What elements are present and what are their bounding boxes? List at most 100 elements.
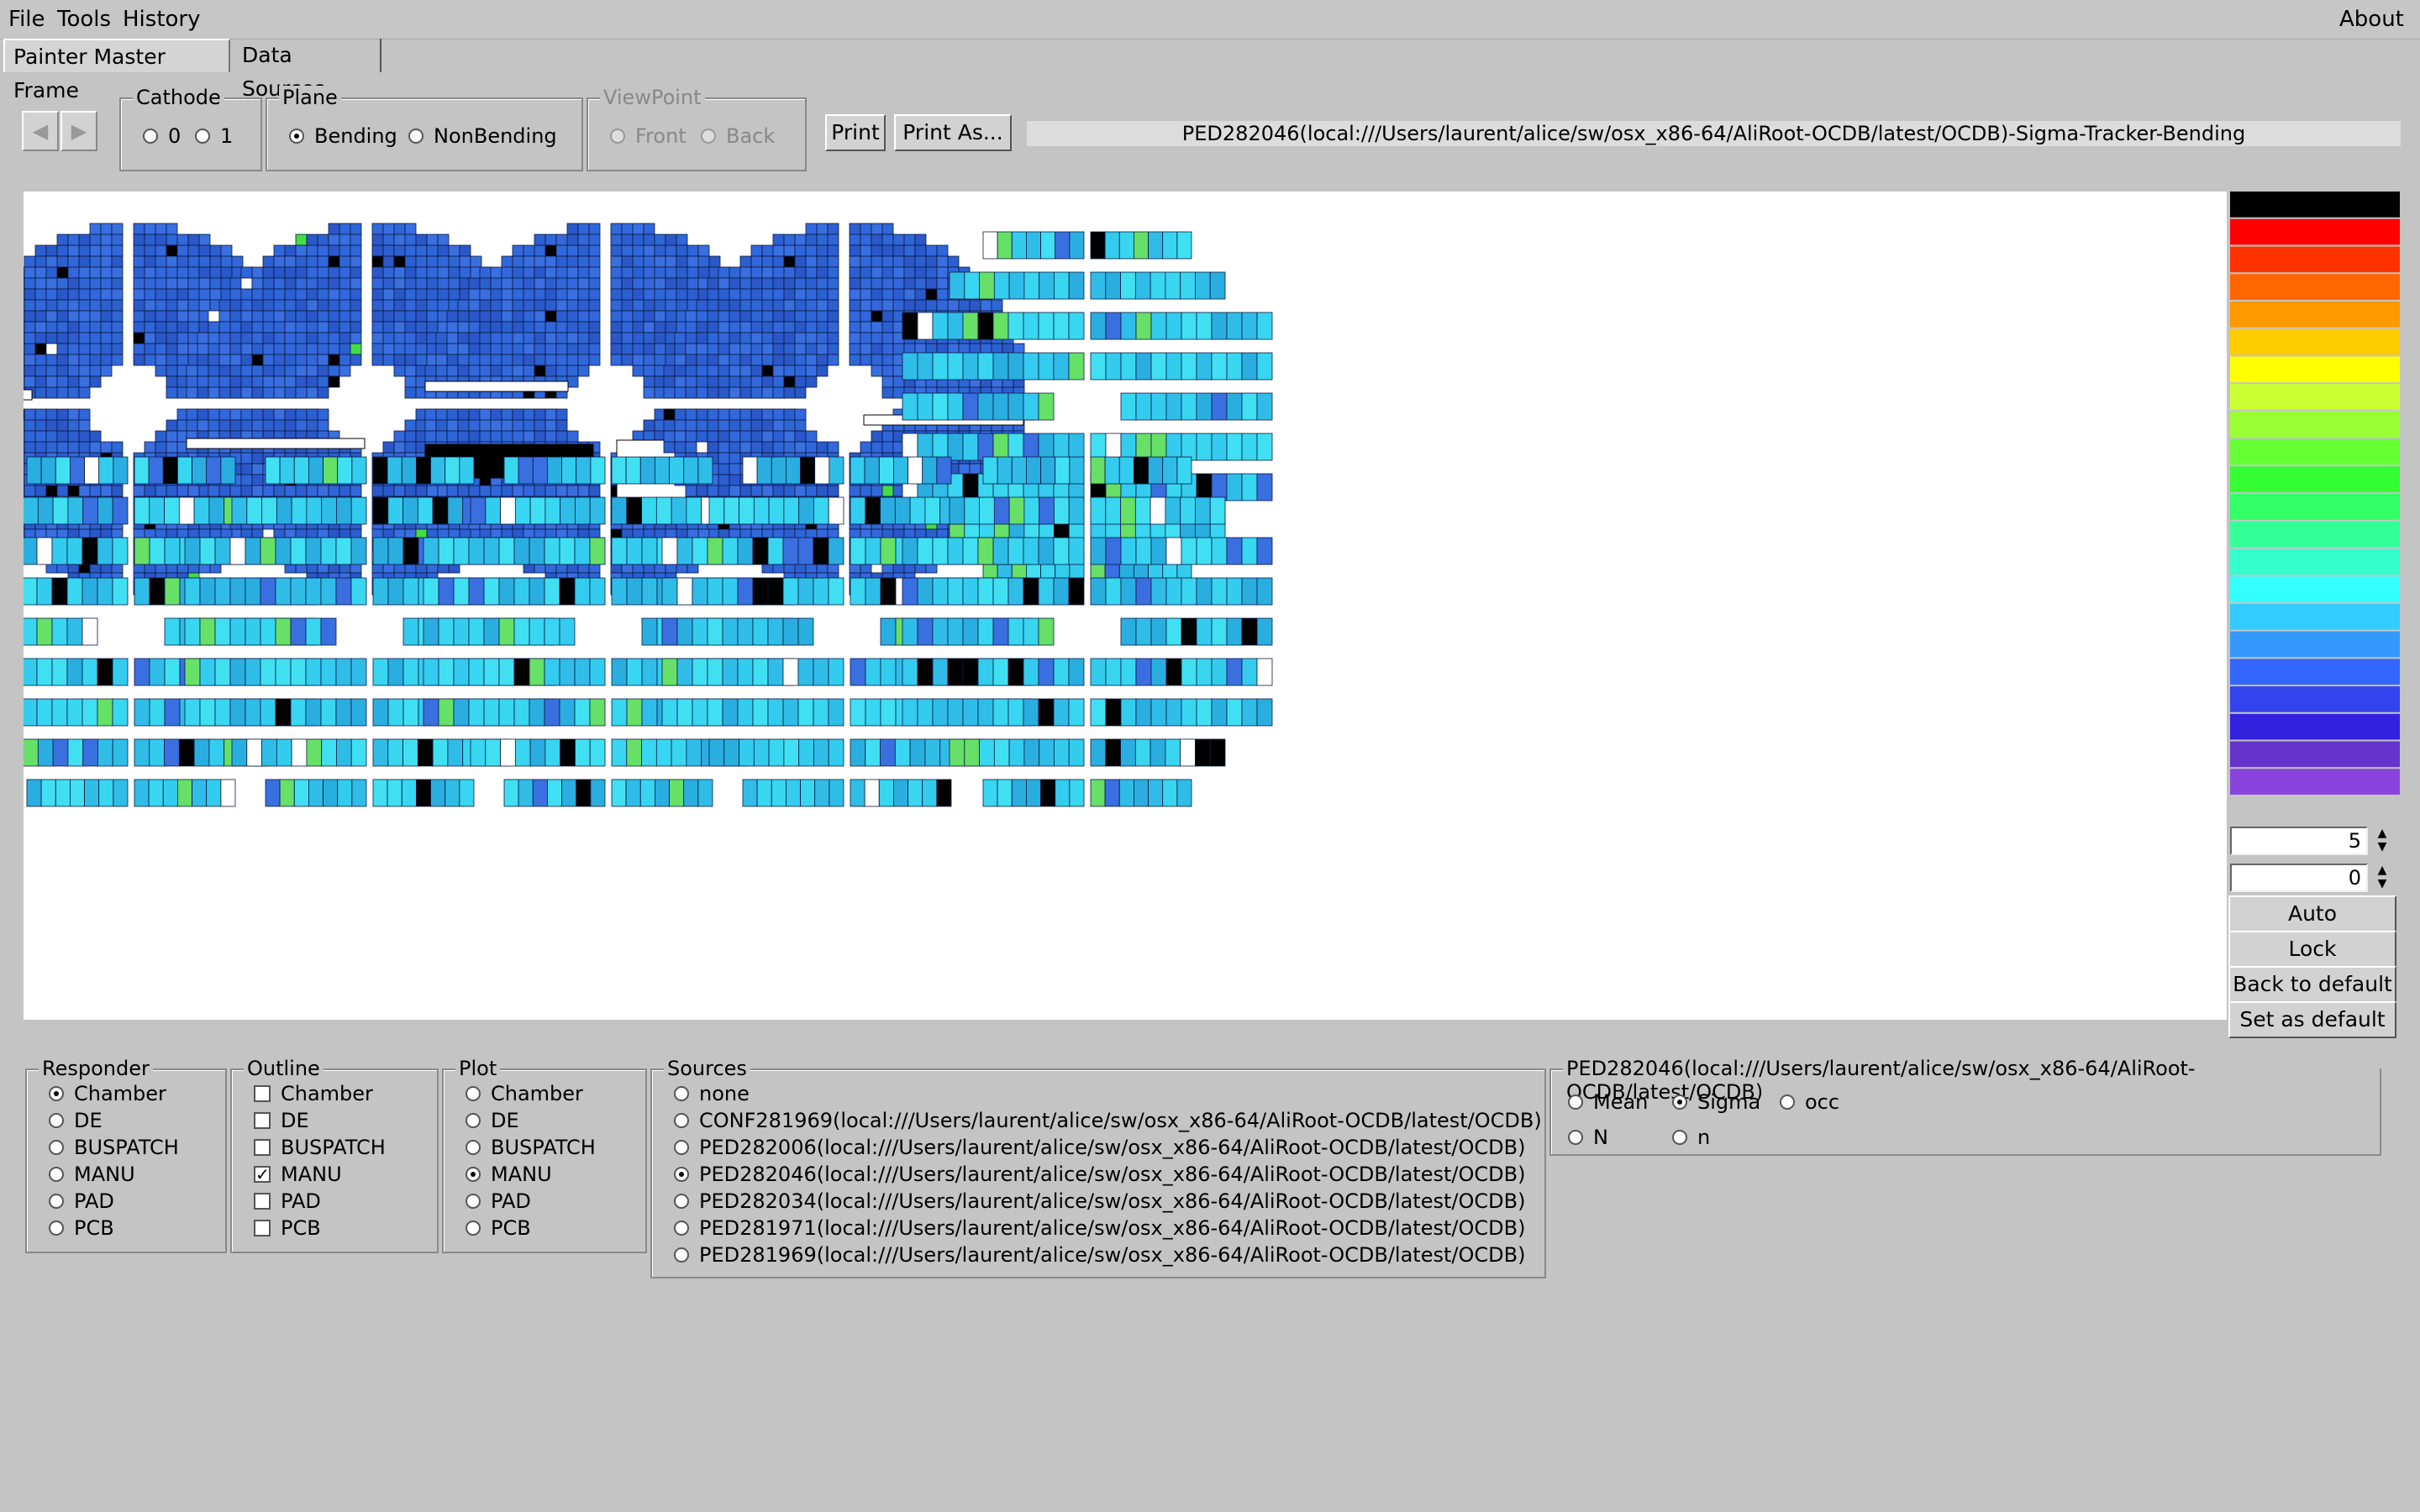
pad-cell — [577, 266, 590, 279]
menu-about[interactable]: About — [2339, 7, 2404, 32]
dimension-option-occ[interactable]: occ — [1780, 1090, 1839, 1114]
manu-cell — [290, 698, 307, 727]
plot-option-chamber[interactable]: Chamber — [466, 1082, 583, 1105]
pad-cell — [262, 277, 275, 290]
manu-cell — [417, 738, 434, 767]
pad-cell — [816, 343, 829, 355]
manu-cell — [707, 658, 723, 686]
viewpoint-front-radio[interactable]: Front — [610, 124, 687, 148]
outline-option-pcb[interactable]: PCB — [254, 1216, 321, 1240]
tab-data-sources[interactable]: Data Sources — [234, 39, 381, 101]
plot-option-de[interactable]: DE — [466, 1109, 519, 1132]
manu-cell — [279, 779, 295, 807]
pad-cell — [229, 343, 242, 355]
responder-option-chamber[interactable]: Chamber — [49, 1082, 166, 1105]
manu-cell — [1008, 496, 1025, 525]
dimension-option-sigma[interactable]: Sigma — [1672, 1090, 1760, 1114]
viewpoint-back-radio[interactable]: Back — [701, 124, 775, 148]
lock-button[interactable]: Lock — [2228, 931, 2396, 968]
radio-icon — [674, 1140, 689, 1155]
palette-min-input[interactable]: 0 — [2230, 864, 2368, 892]
menu-tools[interactable]: Tools — [57, 7, 111, 32]
manu-cell — [1181, 617, 1197, 646]
right-arrow-icon: ▶ — [71, 119, 87, 143]
manu-cell — [992, 392, 1009, 421]
pad-cell — [371, 299, 384, 312]
pad-cell — [220, 266, 233, 279]
menu-file[interactable]: File — [8, 7, 45, 32]
outline-option-manu[interactable]: ✓ MANU — [254, 1163, 342, 1186]
manu-cell — [547, 456, 562, 485]
sources-option-ped282034-local-users-la[interactable]: PED282034(local:///Users/laurent/alice/s… — [674, 1189, 1525, 1213]
manu-cell — [756, 456, 772, 485]
print-button[interactable]: Print — [825, 114, 886, 151]
pad-cell — [187, 485, 200, 497]
responder-option-buspatch[interactable]: BUSPATCH — [49, 1136, 179, 1159]
pad-cell — [435, 332, 448, 344]
forward-arrow-button[interactable]: ▶ — [60, 111, 97, 151]
plot-option-pcb[interactable]: PCB — [466, 1216, 531, 1240]
dimension-option-n[interactable]: n — [1672, 1126, 1710, 1149]
pad-cell — [794, 299, 807, 312]
min-spin-arrows[interactable]: ▲ ▼ — [2371, 864, 2393, 892]
print-as-button[interactable]: Print As... — [894, 114, 1012, 151]
outline-option-buspatch[interactable]: BUSPATCH — [254, 1136, 386, 1159]
pad-cell — [208, 408, 220, 421]
dead-band — [186, 438, 366, 449]
cathode-0-radio[interactable]: 0 — [143, 124, 181, 148]
manu-cell — [1162, 456, 1178, 485]
pad-cell — [903, 255, 916, 268]
tab-painter-master-frame[interactable]: Painter Master Frame — [3, 39, 230, 102]
palette-max-input[interactable]: 5 — [2230, 827, 2368, 855]
manu-cell — [214, 617, 231, 646]
cathode-1-radio[interactable]: 1 — [195, 124, 233, 148]
sources-option-ped282046-local-users-la[interactable]: PED282046(local:///Users/laurent/alice/s… — [674, 1163, 1525, 1186]
sources-option-conf281969-local-users-l[interactable]: CONF281969(local:///Users/laurent/alice/… — [674, 1109, 1542, 1132]
manu-cell — [1181, 537, 1197, 565]
manu-cell — [1105, 577, 1122, 606]
pad-cell — [262, 343, 275, 355]
responder-option-pcb[interactable]: PCB — [49, 1216, 114, 1240]
sources-option-none[interactable]: none — [674, 1082, 750, 1105]
pad-cell — [739, 321, 752, 333]
pad-cell — [871, 223, 883, 235]
manu-cell — [97, 658, 113, 686]
back-arrow-button[interactable]: ◀ — [22, 111, 59, 151]
plane-nonbending-radio[interactable]: NonBending — [408, 124, 557, 148]
plot-option-manu[interactable]: MANU — [466, 1163, 552, 1186]
pad-cell — [339, 310, 351, 323]
painter-canvas[interactable] — [0, 192, 2227, 1020]
pad-cell — [339, 354, 351, 366]
responder-option-manu[interactable]: MANU — [49, 1163, 135, 1186]
sources-option-ped281971-local-users-la[interactable]: PED281971(local:///Users/laurent/alice/s… — [674, 1216, 1525, 1240]
dimension-option-mean[interactable]: Mean — [1568, 1090, 1648, 1114]
sources-option-ped282006-local-users-la[interactable]: PED282006(local:///Users/laurent/alice/s… — [674, 1136, 1525, 1159]
outline-option-pad[interactable]: PAD — [254, 1189, 321, 1213]
manu-cell — [1256, 473, 1273, 501]
manu-cell — [503, 779, 519, 807]
radio-checked-icon — [674, 1167, 689, 1182]
outline-option-chamber[interactable]: Chamber — [254, 1082, 373, 1105]
manu-cell — [290, 577, 307, 606]
pad-cell — [133, 244, 145, 257]
responder-option-de[interactable]: DE — [49, 1109, 103, 1132]
pad-cell — [144, 223, 156, 235]
back-to-default-button[interactable]: Back to default — [2228, 966, 2396, 1003]
max-spin-arrows[interactable]: ▲ ▼ — [2371, 827, 2393, 855]
radio-icon — [674, 1221, 689, 1236]
menu-history[interactable]: History — [123, 7, 201, 32]
auto-button[interactable]: Auto — [2228, 895, 2396, 932]
palette-swatch — [2230, 603, 2400, 630]
manu-cell — [206, 456, 222, 485]
manu-cell — [453, 658, 470, 686]
plane-bending-radio[interactable]: Bending — [289, 124, 397, 148]
pad-cell — [566, 365, 579, 377]
plot-option-buspatch[interactable]: BUSPATCH — [466, 1136, 596, 1159]
pad-cell — [89, 441, 102, 454]
outline-option-de[interactable]: DE — [254, 1109, 309, 1132]
set-as-default-button[interactable]: Set as default — [2228, 1001, 2396, 1038]
dimension-option-n[interactable]: N — [1568, 1126, 1608, 1149]
responder-option-pad[interactable]: PAD — [49, 1189, 114, 1213]
sources-option-ped281969-local-users-la[interactable]: PED281969(local:///Users/laurent/alice/s… — [674, 1243, 1525, 1267]
plot-option-pad[interactable]: PAD — [466, 1189, 531, 1213]
